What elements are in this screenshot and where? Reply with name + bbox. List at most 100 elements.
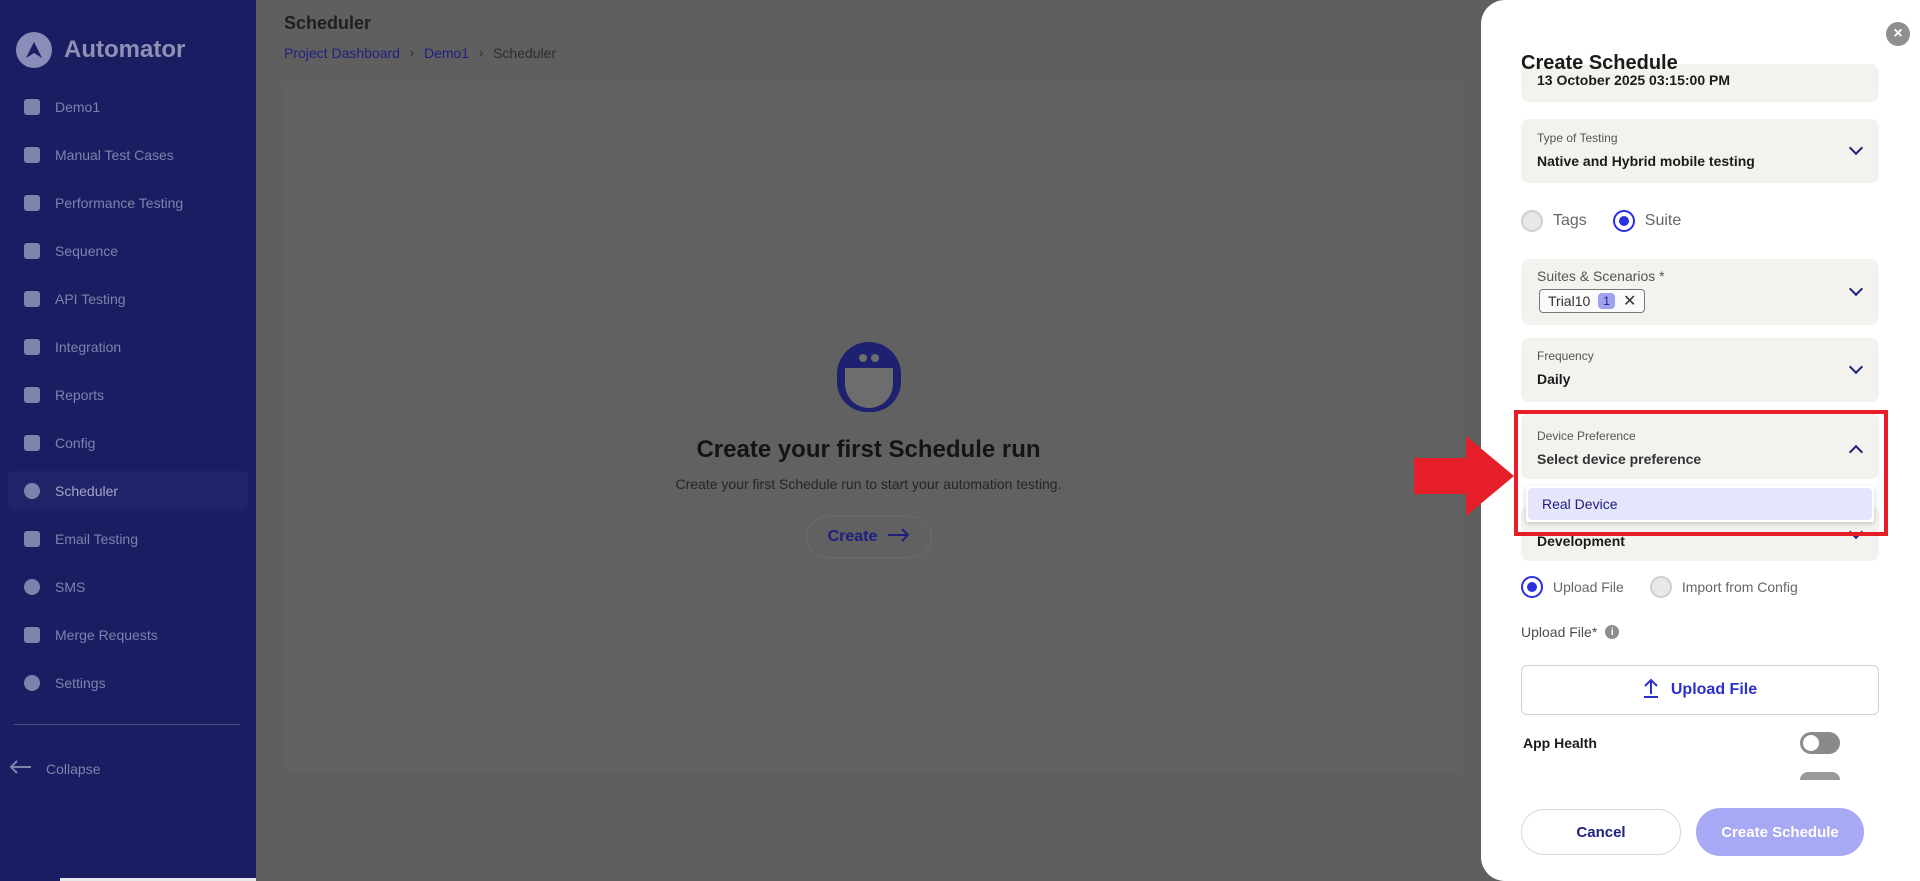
wrench-icon xyxy=(23,338,41,356)
frequency-value: Daily xyxy=(1537,371,1571,387)
cancel-button[interactable]: Cancel xyxy=(1521,809,1681,855)
sidebar-item-config[interactable]: Config xyxy=(8,423,248,463)
chat-icon xyxy=(23,578,41,596)
red-arrow-icon xyxy=(1414,436,1514,516)
upload-file-radio-label: Upload File xyxy=(1553,579,1624,595)
config-icon xyxy=(23,434,41,452)
suite-radio-label: Suite xyxy=(1644,212,1682,229)
tags-radio-label: Tags xyxy=(1553,212,1587,229)
sidebar-item-reports[interactable]: Reports xyxy=(8,375,248,415)
automator-logo-icon xyxy=(16,32,52,68)
sidebar-nav: Demo1 Manual Test Cases Performance Test… xyxy=(8,87,248,711)
breadcrumb-project-dashboard[interactable]: Project Dashboard xyxy=(284,45,400,61)
import-from-config-radio-label: Import from Config xyxy=(1681,579,1798,595)
robot-icon xyxy=(23,194,41,212)
sidebar-item-merge-requests[interactable]: Merge Requests xyxy=(8,615,248,655)
sidebar-item-label: Scheduler xyxy=(55,483,119,499)
page-title: Scheduler xyxy=(284,13,372,33)
upload-file-radio[interactable] xyxy=(1521,576,1543,598)
create-button-label: Create xyxy=(827,528,878,545)
chevron-down-icon xyxy=(1848,359,1864,375)
close-icon[interactable]: × xyxy=(1886,22,1910,46)
cloud-icon xyxy=(23,290,41,308)
upload-file-button-label: Upload File xyxy=(1670,681,1758,698)
sidebar-item-label: Performance Testing xyxy=(55,195,184,211)
upload-mode-radio-group: Upload File Import from Config xyxy=(1521,576,1814,598)
brand[interactable]: Automator xyxy=(16,32,185,68)
remove-chip-icon[interactable]: ✕ xyxy=(1623,291,1636,311)
chevron-down-icon xyxy=(1848,281,1864,297)
type-of-testing-select[interactable]: Type of Testing Native and Hybrid mobile… xyxy=(1521,119,1879,183)
sidebar-item-settings[interactable]: Settings xyxy=(8,663,248,703)
clock-icon xyxy=(23,482,41,500)
suites-scenarios-select[interactable]: Suites & Scenarios * Trial10 1 ✕ xyxy=(1521,259,1879,325)
info-icon[interactable]: i xyxy=(1605,625,1620,639)
frequency-label: Frequency xyxy=(1537,349,1594,363)
sidebar-item-manual-test-cases[interactable]: Manual Test Cases xyxy=(8,135,248,175)
sidebar-item-label: Integration xyxy=(55,339,122,355)
suite-chip-label: Trial10 xyxy=(1548,293,1591,309)
suite-radio[interactable] xyxy=(1612,210,1635,232)
arrow-left-icon xyxy=(9,760,32,777)
upload-file-label-text: Upload File* xyxy=(1521,624,1598,640)
merge-icon xyxy=(23,626,41,644)
mail-icon xyxy=(23,530,41,548)
collapse-label: Collapse xyxy=(46,760,101,777)
sidebar-item-label: Manual Test Cases xyxy=(55,147,174,163)
secondary-toggle[interactable] xyxy=(1800,772,1840,780)
pie-chart-icon xyxy=(23,386,41,404)
sidebar-item-sms[interactable]: SMS xyxy=(8,567,248,607)
tags-radio[interactable] xyxy=(1521,210,1543,232)
upload-icon xyxy=(1643,678,1659,703)
highlight-box xyxy=(1514,410,1888,536)
breadcrumb: Project Dashboard › Demo1 › Scheduler xyxy=(284,45,556,61)
folder-icon xyxy=(23,98,41,116)
sidebar-item-label: Sequence xyxy=(55,243,119,259)
robot-illustration-icon xyxy=(829,338,909,418)
sidebar-item-label: Email Testing xyxy=(55,531,139,547)
sidebar-divider xyxy=(14,724,240,725)
sidebar-item-label: Settings xyxy=(55,675,106,691)
sidebar-item-api-testing[interactable]: API Testing xyxy=(8,279,248,319)
arrow-right-icon xyxy=(887,527,910,547)
sidebar-item-email-testing[interactable]: Email Testing xyxy=(8,519,248,559)
sidebar-item-label: Merge Requests xyxy=(55,627,158,643)
sidebar-item-performance-testing[interactable]: Performance Testing xyxy=(8,183,248,223)
brand-name: Automator xyxy=(64,36,186,63)
frequency-select[interactable]: Frequency Daily xyxy=(1521,338,1879,402)
breadcrumb-scheduler: Scheduler xyxy=(493,45,557,61)
chevron-down-icon xyxy=(1848,140,1864,156)
suites-scenarios-label: Suites & Scenarios * xyxy=(1537,268,1665,284)
sidebar-item-demo1[interactable]: Demo1 xyxy=(8,87,248,127)
sidebar-item-label: SMS xyxy=(55,579,86,595)
drawer-title: Create Schedule xyxy=(1521,52,1678,74)
sidebar-item-label: Reports xyxy=(55,387,105,403)
create-button[interactable]: Create xyxy=(805,516,932,558)
sidebar-item-scheduler[interactable]: Scheduler xyxy=(8,471,248,511)
sidebar-item-sequence[interactable]: Sequence xyxy=(8,231,248,271)
app-health-toggle[interactable] xyxy=(1800,732,1840,754)
upload-file-label: Upload File* i xyxy=(1521,624,1620,640)
list-icon xyxy=(23,146,41,164)
gear-icon xyxy=(23,674,41,692)
sidebar-item-label: API Testing xyxy=(55,291,126,307)
selection-mode-radio-group: Tags Suite xyxy=(1521,210,1697,232)
empty-state: Create your first Schedule run Create yo… xyxy=(256,338,1481,558)
sidebar-item-integration[interactable]: Integration xyxy=(8,327,248,367)
import-from-config-radio[interactable] xyxy=(1649,576,1672,598)
upload-file-button[interactable]: Upload File xyxy=(1521,665,1879,715)
sidebar-item-label: Demo1 xyxy=(55,99,101,115)
chevron-right-icon: › xyxy=(479,46,484,60)
type-of-testing-label: Type of Testing xyxy=(1537,131,1618,145)
empty-state-subtitle: Create your first Schedule run to start … xyxy=(675,476,1062,492)
create-schedule-button[interactable]: Create Schedule xyxy=(1696,808,1864,856)
collapse-button[interactable]: Collapse xyxy=(9,760,101,777)
document-icon xyxy=(23,242,41,260)
suite-chip: Trial10 1 ✕ xyxy=(1539,289,1646,313)
suite-chip-count: 1 xyxy=(1598,293,1615,309)
type-of-testing-value: Native and Hybrid mobile testing xyxy=(1537,153,1755,169)
app-health-label: App Health xyxy=(1523,735,1597,751)
breadcrumb-demo1[interactable]: Demo1 xyxy=(424,45,469,61)
empty-state-title: Create your first Schedule run xyxy=(696,436,1041,463)
sidebar-item-label: Config xyxy=(55,435,96,451)
